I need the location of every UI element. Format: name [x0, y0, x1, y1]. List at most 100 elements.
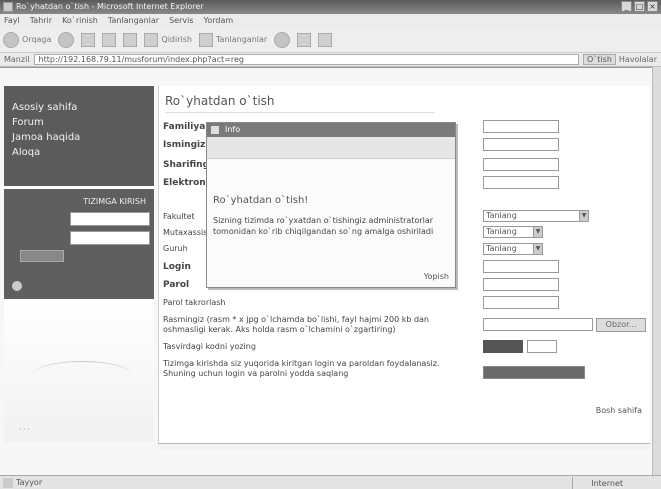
close-button[interactable]: ×	[647, 1, 658, 12]
window-title: Ro`yhatdan o`tish - Microsoft Internet E…	[16, 2, 204, 11]
photo-input[interactable]	[483, 318, 593, 331]
ie-icon	[3, 2, 13, 12]
name-input[interactable]	[483, 138, 559, 151]
go-button[interactable]: O`tish	[583, 54, 616, 65]
refresh-button[interactable]	[102, 32, 117, 47]
login-panel: TIZIMGA KIRISH	[4, 189, 154, 299]
refresh-icon	[102, 32, 117, 47]
history-icon	[274, 31, 291, 48]
back-icon	[3, 31, 19, 48]
favorites-button[interactable]: Tanlanganlar	[198, 32, 268, 47]
sidebar-login-button[interactable]	[20, 250, 64, 262]
password-repeat-input[interactable]	[483, 296, 559, 309]
minimize-button[interactable]: _	[621, 1, 632, 12]
group-select[interactable]: Tanlang ▼	[483, 243, 543, 255]
menu-help[interactable]: Yordam	[204, 14, 234, 27]
stop-icon	[81, 32, 96, 47]
patronymic-input[interactable]	[483, 158, 559, 171]
page-title: Ro`yhatdan o`tish	[165, 94, 275, 108]
status-text: Tayyor	[16, 478, 43, 487]
printer-icon	[318, 32, 333, 47]
faculty-value: Tanlang	[486, 211, 517, 220]
submit-button[interactable]	[483, 366, 585, 379]
menu-tools[interactable]: Servis	[169, 14, 193, 27]
nav-panel: Asosiy sahifa Forum Jamoa haqida Aloqa	[4, 86, 154, 186]
dialog-toolbar	[207, 137, 455, 159]
faculty-label: Fakultet	[163, 212, 195, 221]
search-label: Qidirish	[161, 35, 192, 44]
stop-button[interactable]	[81, 32, 96, 47]
sidebar-login-input[interactable]	[70, 212, 150, 226]
address-label: Manzil	[4, 54, 30, 64]
email-input[interactable]	[483, 176, 559, 189]
search-button[interactable]: Qidirish	[144, 32, 192, 47]
menu-edit[interactable]: Tahrir	[30, 14, 52, 27]
nav-item-contact[interactable]: Aloqa	[12, 145, 154, 160]
password-input[interactable]	[483, 278, 559, 291]
mail-icon	[297, 32, 312, 47]
menu-view[interactable]: Ko`rinish	[62, 14, 98, 27]
nav-item-forum[interactable]: Forum	[12, 115, 154, 130]
back-label: Orqaga	[22, 35, 52, 44]
dialog-header: Info	[207, 123, 455, 137]
sidebar-decoration: ...	[4, 301, 154, 442]
print-button[interactable]	[318, 32, 333, 47]
chevron-down-icon: ▼	[579, 211, 588, 221]
forward-icon	[58, 31, 75, 48]
maximize-button[interactable]: □	[634, 1, 645, 12]
status-bar: Tayyor Internet	[0, 475, 661, 489]
user-icon	[12, 281, 22, 291]
favorites-label: Tanlanganlar	[215, 35, 268, 44]
back-button[interactable]: Orqaga	[3, 31, 52, 48]
surname-input[interactable]	[483, 120, 559, 133]
page-icon	[3, 478, 13, 488]
menu-favorites[interactable]: Tanlanganlar	[108, 14, 159, 27]
brand-signature: ...	[18, 419, 31, 434]
nav-item-about[interactable]: Jamoa haqida	[12, 130, 154, 145]
dialog-close-link[interactable]: Yopish	[424, 272, 449, 281]
dialog-head-label: Info	[225, 125, 241, 134]
email-label: Elektron	[163, 178, 206, 188]
menu-file[interactable]: Fayl	[4, 14, 20, 27]
password-repeat-label: Parol takrorlash	[163, 298, 226, 307]
home-link[interactable]: Bosh sahifa	[596, 406, 642, 415]
address-bar: Manzil http://192.168.79.11/musforum/ind…	[0, 53, 661, 67]
dialog-message: Sizning tizimda ro`yxatdan o`tishingiz a…	[213, 216, 434, 236]
sidebar: Asosiy sahifa Forum Jamoa haqida Aloqa T…	[4, 86, 154, 442]
info-icon	[211, 126, 219, 134]
decorative-swirl	[32, 361, 132, 389]
home-icon	[123, 32, 138, 47]
address-input[interactable]: http://192.168.79.11/musforum/index.php?…	[33, 54, 579, 65]
course-select[interactable]: Tanlang ▼	[483, 226, 543, 238]
name-label: Ismingiz	[163, 140, 206, 150]
browse-button[interactable]: Obzor...	[596, 318, 646, 332]
captcha-input[interactable]	[527, 340, 557, 353]
security-zone: Internet	[572, 477, 641, 489]
vertical-scrollbar[interactable]	[652, 67, 661, 475]
group-label: Guruh	[163, 244, 188, 253]
links-button[interactable]: Havolalar	[619, 53, 661, 67]
login-note: Tizimga kirishda siz yuqorida kiritgan l…	[163, 359, 440, 378]
login-title: TIZIMGA KIRISH	[83, 197, 146, 206]
nav-item-home[interactable]: Asosiy sahifa	[12, 100, 154, 115]
page-footer	[158, 443, 650, 449]
history-button[interactable]	[274, 31, 291, 48]
mail-button[interactable]	[297, 32, 312, 47]
window-titlebar: Ro`yhatdan o`tish - Microsoft Internet E…	[0, 0, 661, 14]
password-label: Parol	[163, 280, 190, 290]
captcha-image	[483, 340, 523, 353]
dialog-title: Ro`yhatdan o`tish!	[213, 195, 309, 206]
info-dialog: Info Ro`yhatdan o`tish! Sizning tizimda …	[206, 122, 456, 288]
course-value: Tanlang	[486, 227, 517, 236]
sidebar-password-input[interactable]	[70, 231, 150, 245]
browser-toolbar: Orqaga Qidirish Tanlanganlar	[0, 27, 661, 53]
home-button[interactable]	[123, 32, 138, 47]
menu-bar: Fayl Tahrir Ko`rinish Tanlanganlar Servi…	[0, 14, 661, 27]
chevron-down-icon: ▼	[533, 227, 542, 237]
group-value: Tanlang	[486, 244, 517, 253]
forward-button[interactable]	[58, 31, 75, 48]
login-input[interactable]	[483, 260, 559, 273]
captcha-label: Tasvirdagi kodni yozing	[163, 342, 256, 351]
window-controls: _ □ ×	[621, 1, 658, 12]
faculty-select[interactable]: Tanlang ▼	[483, 210, 589, 222]
